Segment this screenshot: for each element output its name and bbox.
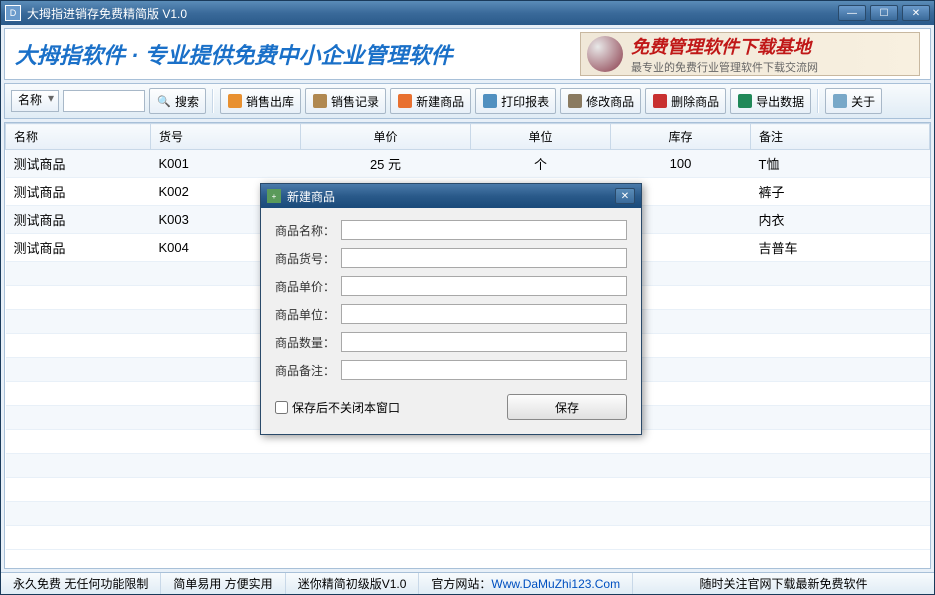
titlebar: D 大拇指进销存免费精简版 V1.0 — ☐ ✕ — [1, 1, 934, 25]
cell-remark: 内衣 — [751, 206, 930, 234]
ad-text: 免费管理软件下载基地 最专业的免费行业管理软件下载交流网 — [631, 33, 818, 75]
cell-stock: 100 — [611, 150, 751, 178]
input-product-unit[interactable] — [341, 304, 627, 324]
sale-out-button[interactable]: 销售出库 — [220, 88, 301, 114]
input-product-price[interactable] — [341, 276, 627, 296]
cell-code: K001 — [151, 150, 301, 178]
input-product-remark[interactable] — [341, 360, 627, 380]
cell-name: 测试商品 — [6, 150, 151, 178]
dialog-close-button[interactable]: ✕ — [615, 188, 635, 204]
new-product-icon — [397, 93, 413, 109]
table-row-empty — [6, 454, 930, 478]
label-code: 商品货号： — [275, 250, 341, 267]
separator — [212, 89, 214, 113]
input-product-qty[interactable] — [341, 332, 627, 352]
app-icon: D — [5, 5, 21, 21]
col-unit[interactable]: 单位 — [471, 124, 611, 150]
print-report-button[interactable]: 打印报表 — [475, 88, 556, 114]
cell-name: 测试商品 — [6, 178, 151, 206]
delete-icon — [652, 93, 668, 109]
separator — [817, 89, 819, 113]
keep-open-check[interactable]: 保存后不关闭本窗口 — [275, 399, 507, 416]
banner-ad[interactable]: 免费管理软件下载基地 最专业的免费行业管理软件下载交流网 — [580, 32, 920, 76]
status-site: 官方网站： Www.DaMuZhi123.Com — [419, 573, 633, 594]
ad-line1: 免费管理软件下载基地 — [631, 33, 818, 59]
globe-icon — [587, 36, 623, 72]
table-header-row: 名称 货号 单价 单位 库存 备注 — [6, 124, 930, 150]
keep-open-checkbox[interactable] — [275, 401, 288, 414]
label-remark: 商品备注： — [275, 362, 341, 379]
dialog-body: 商品名称： 商品货号： 商品单价： 商品单位： 商品数量： 商品备注： 保存后不… — [261, 208, 641, 434]
cell-name: 测试商品 — [6, 206, 151, 234]
window-buttons: — ☐ ✕ — [838, 5, 930, 21]
cell-remark: T恤 — [751, 150, 930, 178]
dialog-titlebar[interactable]: + 新建商品 ✕ — [261, 184, 641, 208]
edit-icon — [567, 93, 583, 109]
sale-record-icon — [312, 93, 328, 109]
export-icon — [737, 93, 753, 109]
dialog-title: 新建商品 — [287, 188, 615, 205]
table-row-empty — [6, 526, 930, 550]
status-free: 永久免费 无任何功能限制 — [1, 573, 161, 594]
banner-title: 大拇指软件 · 专业提供免费中小企业管理软件 — [15, 38, 580, 70]
toolbar: 名称 搜索 销售出库 销售记录 新建商品 打印报表 修改商品 删除商品 导出数据… — [4, 83, 931, 119]
cell-remark: 吉普车 — [751, 234, 930, 262]
statusbar: 永久免费 无任何功能限制 简单易用 方便实用 迷你精简初级版V1.0 官方网站：… — [1, 572, 934, 594]
about-icon — [832, 93, 848, 109]
ad-line2: 最专业的免费行业管理软件下载交流网 — [631, 59, 818, 75]
delete-product-button[interactable]: 删除商品 — [645, 88, 726, 114]
col-remark[interactable]: 备注 — [751, 124, 930, 150]
col-price[interactable]: 单价 — [301, 124, 471, 150]
minimize-button[interactable]: — — [838, 5, 866, 21]
status-follow: 随时关注官网下载最新免费软件 — [633, 573, 934, 594]
search-icon — [156, 93, 172, 109]
label-price: 商品单价： — [275, 278, 341, 295]
maximize-button[interactable]: ☐ — [870, 5, 898, 21]
input-product-name[interactable] — [341, 220, 627, 240]
banner: 大拇指软件 · 专业提供免费中小企业管理软件 免费管理软件下载基地 最专业的免费… — [4, 28, 931, 80]
dialog-footer: 保存后不关闭本窗口 保存 — [275, 394, 627, 420]
search-input[interactable] — [63, 90, 145, 112]
filter-field-select[interactable]: 名称 — [11, 90, 59, 112]
export-data-button[interactable]: 导出数据 — [730, 88, 811, 114]
col-name[interactable]: 名称 — [6, 124, 151, 150]
status-easy: 简单易用 方便实用 — [161, 573, 285, 594]
col-code[interactable]: 货号 — [151, 124, 301, 150]
official-site-link[interactable]: Www.DaMuZhi123.Com — [491, 577, 620, 591]
save-button[interactable]: 保存 — [507, 394, 627, 420]
table-row[interactable]: 测试商品K00125 元个100T恤 — [6, 150, 930, 178]
new-product-button[interactable]: 新建商品 — [390, 88, 471, 114]
cell-unit: 个 — [471, 150, 611, 178]
sale-record-button[interactable]: 销售记录 — [305, 88, 386, 114]
window-title: 大拇指进销存免费精简版 V1.0 — [27, 5, 838, 22]
cell-price: 25 元 — [301, 150, 471, 178]
close-button[interactable]: ✕ — [902, 5, 930, 21]
status-version: 迷你精简初级版V1.0 — [286, 573, 420, 594]
cell-remark: 裤子 — [751, 178, 930, 206]
table-row-empty — [6, 478, 930, 502]
print-icon — [482, 93, 498, 109]
dialog-icon: + — [267, 189, 281, 203]
table-row-empty — [6, 502, 930, 526]
cell-name: 测试商品 — [6, 234, 151, 262]
new-product-dialog: + 新建商品 ✕ 商品名称： 商品货号： 商品单价： 商品单位： 商品数量： 商… — [260, 183, 642, 435]
sale-out-icon — [227, 93, 243, 109]
label-unit: 商品单位： — [275, 306, 341, 323]
col-stock[interactable]: 库存 — [611, 124, 751, 150]
edit-product-button[interactable]: 修改商品 — [560, 88, 641, 114]
search-button[interactable]: 搜索 — [149, 88, 206, 114]
input-product-code[interactable] — [341, 248, 627, 268]
about-button[interactable]: 关于 — [825, 88, 882, 114]
label-qty: 商品数量： — [275, 334, 341, 351]
label-name: 商品名称： — [275, 222, 341, 239]
